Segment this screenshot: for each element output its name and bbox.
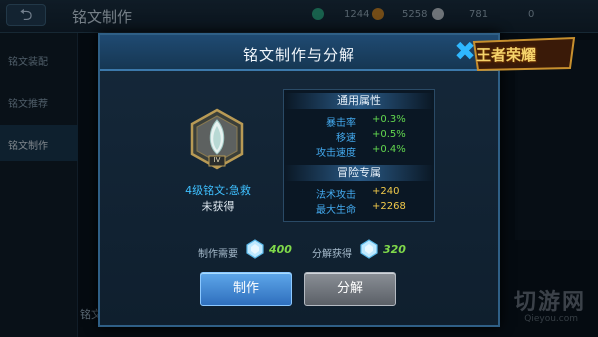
decompose-gain-label: 分解获得 — [312, 249, 352, 260]
attr-row: 暴击率 +0.3% — [284, 114, 434, 129]
make-button[interactable]: 制作 — [200, 272, 292, 306]
attr-row: 攻击速度 +0.4% — [284, 144, 434, 159]
rune-icon: IV — [188, 108, 246, 172]
crystal-icon — [246, 239, 264, 259]
attr-row: 最大生命 +2268 — [284, 201, 434, 216]
decompose-button[interactable]: 分解 — [304, 272, 396, 306]
crystal-icon — [360, 239, 378, 259]
attr-name: 移速 — [336, 133, 356, 144]
attr-name: 最大生命 — [316, 205, 356, 216]
rune-name: 4级铭文:急救 — [185, 184, 251, 197]
game-logo: 王者荣耀 — [470, 34, 580, 74]
make-cost-label: 制作需要 — [198, 249, 238, 260]
decompose-gain-value: 320 — [383, 243, 406, 256]
watermark-url: Qieyou.com — [524, 314, 578, 324]
attr-value: +240 — [372, 186, 400, 197]
dialog-title: 铭文制作与分解 — [242, 46, 355, 64]
attr-value: +0.5% — [372, 129, 406, 140]
dialog-header: 铭文制作与分解 ✖ — [100, 35, 498, 71]
attr-name: 攻击速度 — [316, 148, 356, 159]
attr-row: 法术攻击 +240 — [284, 186, 434, 201]
attr-value: +0.4% — [372, 144, 406, 155]
watermark: 切游网 — [513, 290, 586, 315]
attr-row: 移速 +0.5% — [284, 129, 434, 144]
rune-level: IV — [213, 156, 221, 164]
rune-status: 未获得 — [201, 200, 235, 213]
general-attr-header: 通用属性 — [284, 93, 434, 109]
attr-name: 暴击率 — [326, 118, 356, 129]
adventure-attr-header: 冒险专属 — [284, 165, 434, 181]
attr-value: +0.3% — [372, 114, 406, 125]
make-cost-value: 400 — [269, 243, 292, 256]
logo-text: 王者荣耀 — [476, 46, 537, 64]
attribute-panel: 通用属性 暴击率 +0.3% 移速 +0.5% 攻击速度 +0.4% 冒险专属 … — [283, 89, 435, 222]
attr-name: 法术攻击 — [316, 190, 356, 201]
attr-value: +2268 — [372, 201, 406, 212]
